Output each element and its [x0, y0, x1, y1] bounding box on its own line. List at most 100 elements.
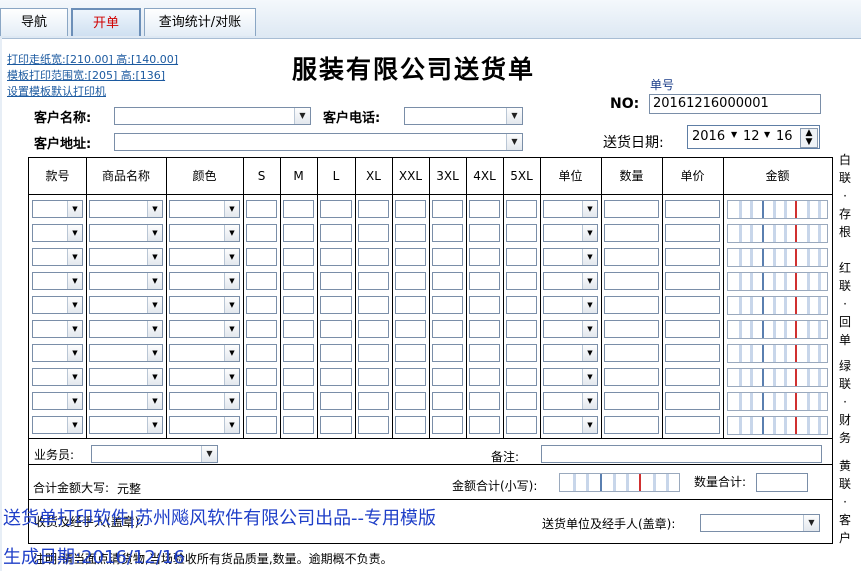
chevron-down-icon[interactable]: ▼	[67, 249, 82, 265]
customer-address-select[interactable]: ▼	[114, 133, 523, 151]
table-cell-input[interactable]	[665, 416, 720, 434]
table-cell-input[interactable]	[395, 224, 426, 242]
table-cell-input[interactable]	[506, 416, 537, 434]
chevron-down-icon[interactable]: ▼	[67, 297, 82, 313]
table-cell-input[interactable]	[395, 200, 426, 218]
tab-navigation[interactable]: 导航	[0, 8, 68, 36]
table-cell-input[interactable]	[432, 200, 463, 218]
chevron-down-icon[interactable]: ▼	[224, 297, 239, 313]
table-cell-select[interactable]: ▼	[543, 344, 598, 362]
table-cell-input[interactable]	[320, 320, 352, 338]
table-cell-select[interactable]: ▼	[32, 392, 83, 410]
remark-field[interactable]	[541, 445, 822, 463]
table-cell-input[interactable]	[246, 248, 277, 266]
table-cell-select[interactable]: ▼	[169, 416, 240, 434]
date-spinner-icon[interactable]: ▲ ▼	[800, 128, 818, 148]
chevron-down-icon[interactable]: ▼	[582, 345, 597, 361]
table-cell-input[interactable]	[395, 392, 426, 410]
chevron-down-icon[interactable]: ▼	[147, 225, 162, 241]
table-cell-input[interactable]	[246, 296, 277, 314]
table-cell-input[interactable]	[506, 200, 537, 218]
table-cell-input[interactable]	[469, 344, 500, 362]
table-cell-input[interactable]	[320, 296, 352, 314]
table-cell-select[interactable]: ▼	[543, 392, 598, 410]
table-cell-select[interactable]: ▼	[543, 248, 598, 266]
print-paper-size-link[interactable]: 打印走纸宽:[210.00] 高:[140.00]	[7, 51, 178, 67]
amount-total-field[interactable]	[559, 473, 680, 492]
table-cell-select[interactable]: ▼	[89, 392, 163, 410]
table-cell-input[interactable]	[506, 320, 537, 338]
amount-cell[interactable]	[727, 200, 828, 219]
table-cell-select[interactable]: ▼	[543, 296, 598, 314]
table-cell-input[interactable]	[320, 272, 352, 290]
table-cell-select[interactable]: ▼	[32, 296, 83, 314]
table-cell-input[interactable]	[283, 272, 314, 290]
chevron-down-icon[interactable]: ▼	[224, 225, 239, 241]
chevron-down-icon[interactable]: ▼	[67, 273, 82, 289]
print-range-link[interactable]: 模板打印范围宽:[205] 高:[136]	[7, 67, 165, 83]
table-cell-input[interactable]	[506, 224, 537, 242]
table-cell-input[interactable]	[604, 320, 659, 338]
table-cell-input[interactable]	[506, 248, 537, 266]
table-cell-select[interactable]: ▼	[89, 368, 163, 386]
amount-cell[interactable]	[727, 296, 828, 315]
delivery-date-picker[interactable]: 2016 ▼ 12 ▼ 16 ▲ ▼	[687, 125, 820, 149]
table-cell-input[interactable]	[469, 200, 500, 218]
table-cell-select[interactable]: ▼	[32, 320, 83, 338]
chevron-down-icon[interactable]: ▼	[67, 345, 82, 361]
chevron-down-icon[interactable]: ▼	[147, 273, 162, 289]
table-cell-select[interactable]: ▼	[169, 272, 240, 290]
table-cell-input[interactable]	[246, 200, 277, 218]
table-cell-input[interactable]	[246, 320, 277, 338]
table-cell-input[interactable]	[432, 296, 463, 314]
chevron-down-icon[interactable]: ▼	[582, 369, 597, 385]
amount-cell[interactable]	[727, 344, 828, 363]
table-cell-input[interactable]	[506, 344, 537, 362]
table-cell-input[interactable]	[432, 320, 463, 338]
table-cell-input[interactable]	[283, 320, 314, 338]
table-cell-input[interactable]	[604, 200, 659, 218]
table-cell-input[interactable]	[320, 248, 352, 266]
table-cell-input[interactable]	[358, 272, 389, 290]
table-cell-input[interactable]	[665, 248, 720, 266]
chevron-down-icon[interactable]: ▼	[147, 201, 162, 217]
table-cell-input[interactable]	[469, 272, 500, 290]
table-cell-input[interactable]	[432, 392, 463, 410]
table-cell-select[interactable]: ▼	[169, 392, 240, 410]
amount-cell[interactable]	[727, 224, 828, 243]
table-cell-input[interactable]	[432, 224, 463, 242]
table-cell-select[interactable]: ▼	[169, 296, 240, 314]
table-cell-input[interactable]	[283, 344, 314, 362]
table-cell-input[interactable]	[469, 416, 500, 434]
table-cell-select[interactable]: ▼	[32, 416, 83, 434]
chevron-down-icon[interactable]: ▼	[803, 515, 819, 531]
chevron-down-icon[interactable]: ▼	[506, 134, 522, 150]
chevron-down-icon[interactable]: ▼	[224, 321, 239, 337]
chevron-down-icon[interactable]: ▼	[67, 369, 82, 385]
table-cell-input[interactable]	[469, 392, 500, 410]
chevron-down-icon[interactable]: ▼	[582, 321, 597, 337]
chevron-down-icon[interactable]: ▼	[294, 108, 310, 124]
amount-cell[interactable]	[727, 320, 828, 339]
table-cell-input[interactable]	[320, 344, 352, 362]
table-cell-input[interactable]	[395, 272, 426, 290]
table-cell-select[interactable]: ▼	[169, 320, 240, 338]
table-cell-input[interactable]	[665, 392, 720, 410]
table-cell-select[interactable]: ▼	[169, 368, 240, 386]
table-cell-input[interactable]	[320, 200, 352, 218]
chevron-down-icon[interactable]: ▼	[582, 249, 597, 265]
table-cell-input[interactable]	[246, 392, 277, 410]
table-cell-input[interactable]	[283, 200, 314, 218]
table-cell-input[interactable]	[665, 320, 720, 338]
chevron-down-icon[interactable]: ▼	[582, 393, 597, 409]
table-cell-select[interactable]: ▼	[543, 224, 598, 242]
table-cell-input[interactable]	[469, 248, 500, 266]
table-cell-input[interactable]	[665, 272, 720, 290]
table-cell-input[interactable]	[246, 368, 277, 386]
tab-create-order[interactable]: 开单	[71, 8, 141, 36]
table-cell-input[interactable]	[283, 248, 314, 266]
default-printer-link[interactable]: 设置模板默认打印机	[7, 83, 106, 99]
table-cell-input[interactable]	[283, 224, 314, 242]
table-cell-select[interactable]: ▼	[89, 296, 163, 314]
chevron-down-icon[interactable]: ▼	[224, 273, 239, 289]
